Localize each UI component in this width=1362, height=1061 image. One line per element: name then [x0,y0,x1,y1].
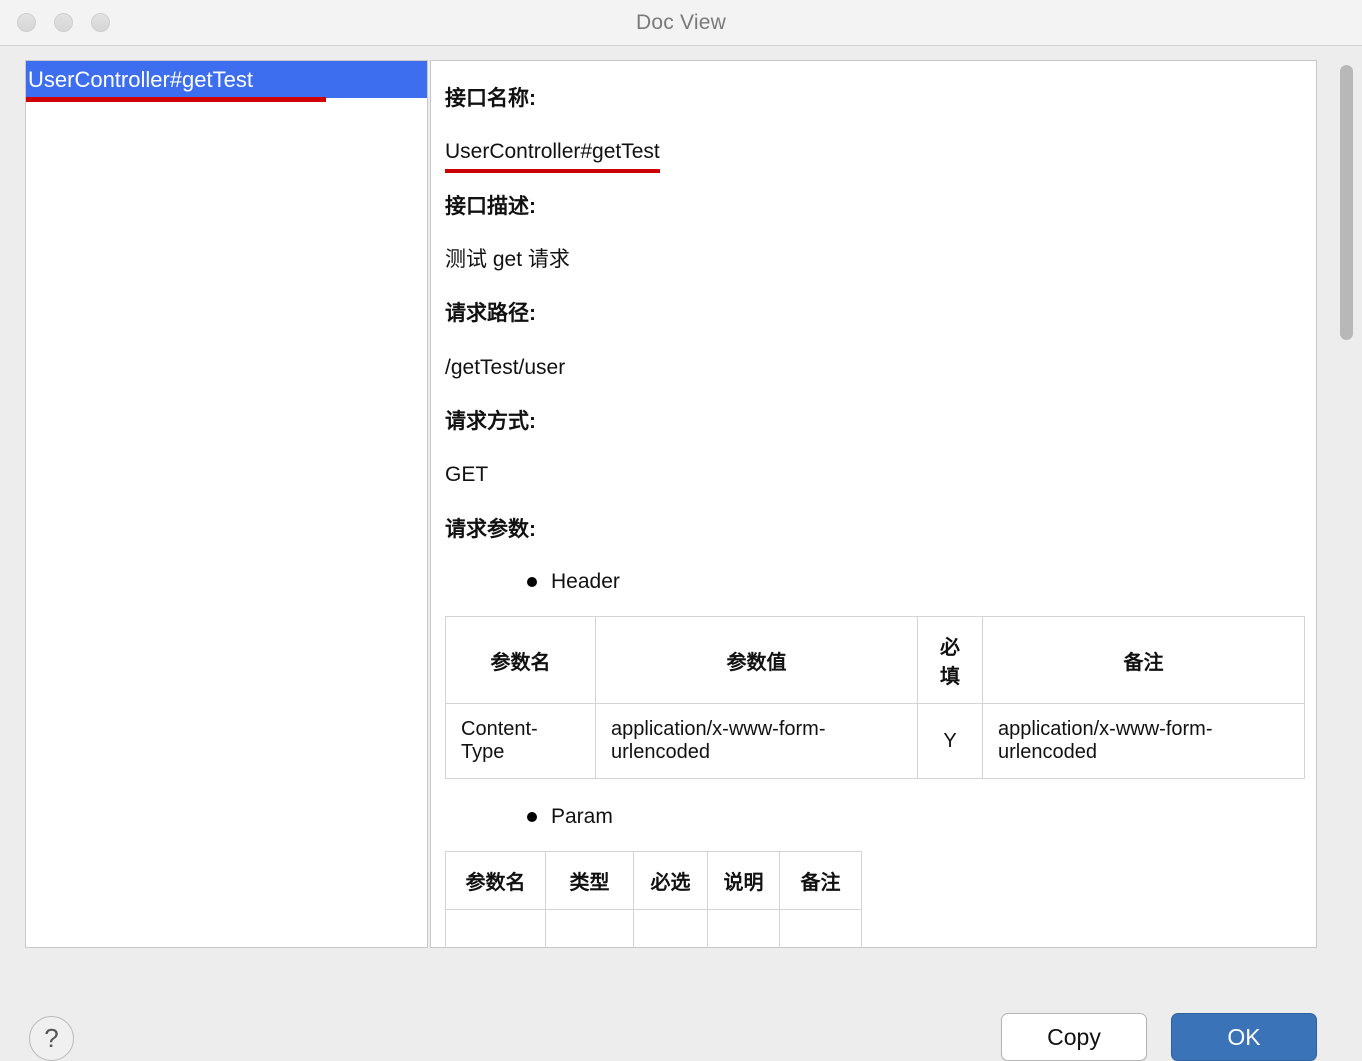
value-interface-name: UserController#getTest [445,113,1304,174]
cell-param-description [707,909,780,947]
sidebar-item-label: UserController#getTest [28,67,253,92]
th-header-param-name: 参数名 [445,616,596,705]
label-request-params: 请求参数: [445,517,536,541]
bullet-param-group: Param [445,779,1304,829]
label-request-path: 请求路径: [445,302,536,326]
doc-view-window: Doc View UserController#getTest 接口名称: Us… [0,0,1362,1061]
sidebar-item-underline [26,97,326,102]
label-request-method: 请求方式: [445,410,536,434]
value-interface-description-text: 测试 get 请求 [445,248,570,272]
footer-button-group: Copy OK [1001,1013,1317,1061]
api-tree-panel[interactable]: UserController#getTest [25,60,428,948]
bullet-header-label: Header [551,570,620,594]
cell-header-required: Y [917,703,983,780]
help-button[interactable]: ? [29,1016,74,1061]
cell-param-remark [779,909,862,947]
th-param-required: 必选 [633,851,708,911]
bullet-dot-icon [527,812,537,823]
window-titlebar: Doc View [0,0,1362,46]
th-param-description: 说明 [707,851,780,911]
ok-button[interactable]: OK [1171,1013,1317,1061]
label-interface-description: 接口描述: [445,194,536,218]
bullet-param-label: Param [551,805,613,829]
table-row [445,909,862,947]
content-scrollbar-track[interactable] [1338,60,1354,948]
dialog-footer: ? Copy OK [0,960,1362,1061]
request-params-table: 参数名 类型 必选 说明 备注 [445,851,862,947]
th-header-remark: 备注 [982,616,1305,705]
content-scrollbar-thumb[interactable] [1340,65,1353,340]
cell-param-type [545,909,634,947]
bullet-header-group: Header [445,544,1304,594]
value-request-path: /getTest/user [445,329,1304,382]
doc-content-inner: 接口名称: UserController#getTest 接口描述: 测试 ge… [431,61,1316,947]
header-params-table: 参数名 参数值 必填 备注 Content-Type application/x… [445,616,1305,780]
th-param-type: 类型 [545,851,634,911]
copy-button[interactable]: Copy [1001,1013,1147,1061]
th-param-remark: 备注 [779,851,862,911]
sidebar-item-usercontroller-gettest[interactable]: UserController#getTest [26,61,427,102]
cell-param-required [633,909,708,947]
value-request-method-text: GET [445,463,489,487]
value-request-path-text: /getTest/user [445,355,566,379]
cell-header-param-value: application/x-www-form-urlencoded [595,703,918,780]
value-interface-name-text: UserController#getTest [445,138,660,174]
cell-header-param-name: Content-Type [445,703,596,780]
window-title: Doc View [636,11,726,34]
bullet-dot-icon [527,577,537,588]
table-header-row: 参数名 参数值 必填 备注 [445,616,1305,705]
th-header-required: 必填 [917,616,983,705]
cell-header-remark: application/x-www-form-urlencoded [982,703,1305,780]
th-header-param-value: 参数值 [595,616,918,705]
table-header-row: 参数名 类型 必选 说明 备注 [445,851,862,911]
value-request-method: GET [445,436,1304,489]
cell-param-name [445,909,546,947]
doc-content-panel[interactable]: 接口名称: UserController#getTest 接口描述: 测试 ge… [430,60,1317,948]
dialog-body: UserController#getTest 接口名称: UserControl… [0,46,1362,1061]
value-interface-description: 测试 get 请求 [445,221,1304,274]
th-param-name: 参数名 [445,851,546,911]
table-row: Content-Type application/x-www-form-urle… [445,703,1305,780]
label-interface-name: 接口名称: [445,87,536,110]
